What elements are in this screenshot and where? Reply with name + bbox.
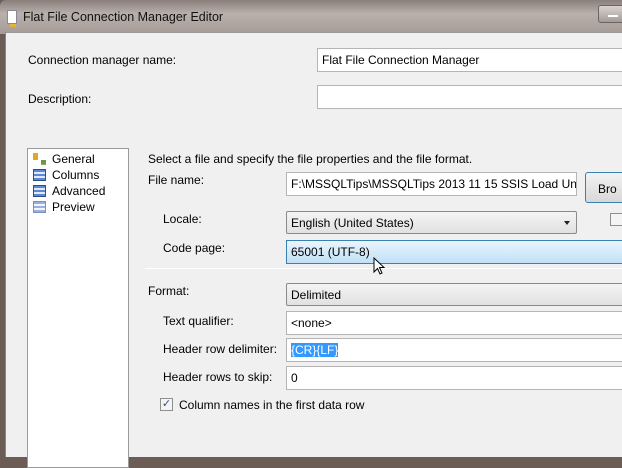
selected-text: {CR}{LF} [291, 343, 339, 357]
code-page-label: Code page: [163, 241, 226, 255]
code-page-select[interactable]: 65001 (UTF-8) [286, 240, 622, 264]
text-qualifier-input[interactable]: <none> [286, 311, 622, 335]
nav-item-label: Columns [52, 168, 100, 182]
mouse-cursor-icon [373, 257, 386, 275]
chevron-down-icon [564, 221, 570, 225]
advanced-icon [33, 185, 46, 197]
column-names-checkbox[interactable]: ✓ [160, 398, 173, 411]
connection-name-label: Connection manager name: [28, 53, 177, 67]
nav-item-label: General [52, 152, 95, 166]
header-row-delimiter-label: Header row delimiter: [163, 342, 278, 356]
preview-icon [33, 201, 46, 213]
header-row-delimiter-input[interactable]: {CR}{LF} [286, 338, 622, 362]
instruction-text: Select a file and specify the file prope… [148, 152, 473, 166]
column-names-label[interactable]: Column names in the first data row [179, 398, 364, 412]
nav-item-advanced[interactable]: Advanced [33, 184, 105, 198]
columns-icon [33, 169, 46, 181]
nav-item-columns[interactable]: Columns [33, 168, 99, 182]
window-title: Flat File Connection Manager Editor [23, 10, 224, 24]
file-name-label: File name: [148, 173, 205, 187]
browse-button[interactable]: Bro [585, 172, 622, 203]
description-input[interactable] [317, 85, 622, 109]
locale-label: Locale: [163, 212, 202, 226]
description-label: Description: [28, 92, 92, 106]
nav-item-general[interactable]: General [33, 152, 95, 166]
file-name-input[interactable]: F:\MSSQLTips\MSSQLTips 2013 11 15 SSIS L… [286, 172, 577, 196]
minimize-button[interactable] [598, 5, 622, 23]
nav-item-label: Preview [52, 200, 95, 214]
locale-select[interactable]: English (United States) [286, 211, 577, 234]
connection-name-input[interactable]: Flat File Connection Manager [317, 48, 622, 72]
unicode-checkbox[interactable] [610, 213, 622, 226]
title-bar[interactable]: Flat File Connection Manager Editor [0, 0, 622, 34]
locale-value: English (United States) [291, 216, 414, 230]
format-select[interactable]: Delimited [286, 283, 622, 306]
general-icon [33, 153, 46, 165]
app-icon [7, 10, 17, 27]
nav-item-label: Advanced [52, 184, 106, 198]
header-rows-skip-label: Header rows to skip: [163, 370, 273, 384]
nav-item-preview[interactable]: Preview [33, 200, 95, 214]
format-label: Format: [148, 284, 190, 298]
header-rows-skip-input[interactable]: 0 [286, 366, 622, 390]
page-nav-list: General Columns Advanced Preview [27, 148, 129, 468]
text-qualifier-label: Text qualifier: [163, 314, 234, 328]
